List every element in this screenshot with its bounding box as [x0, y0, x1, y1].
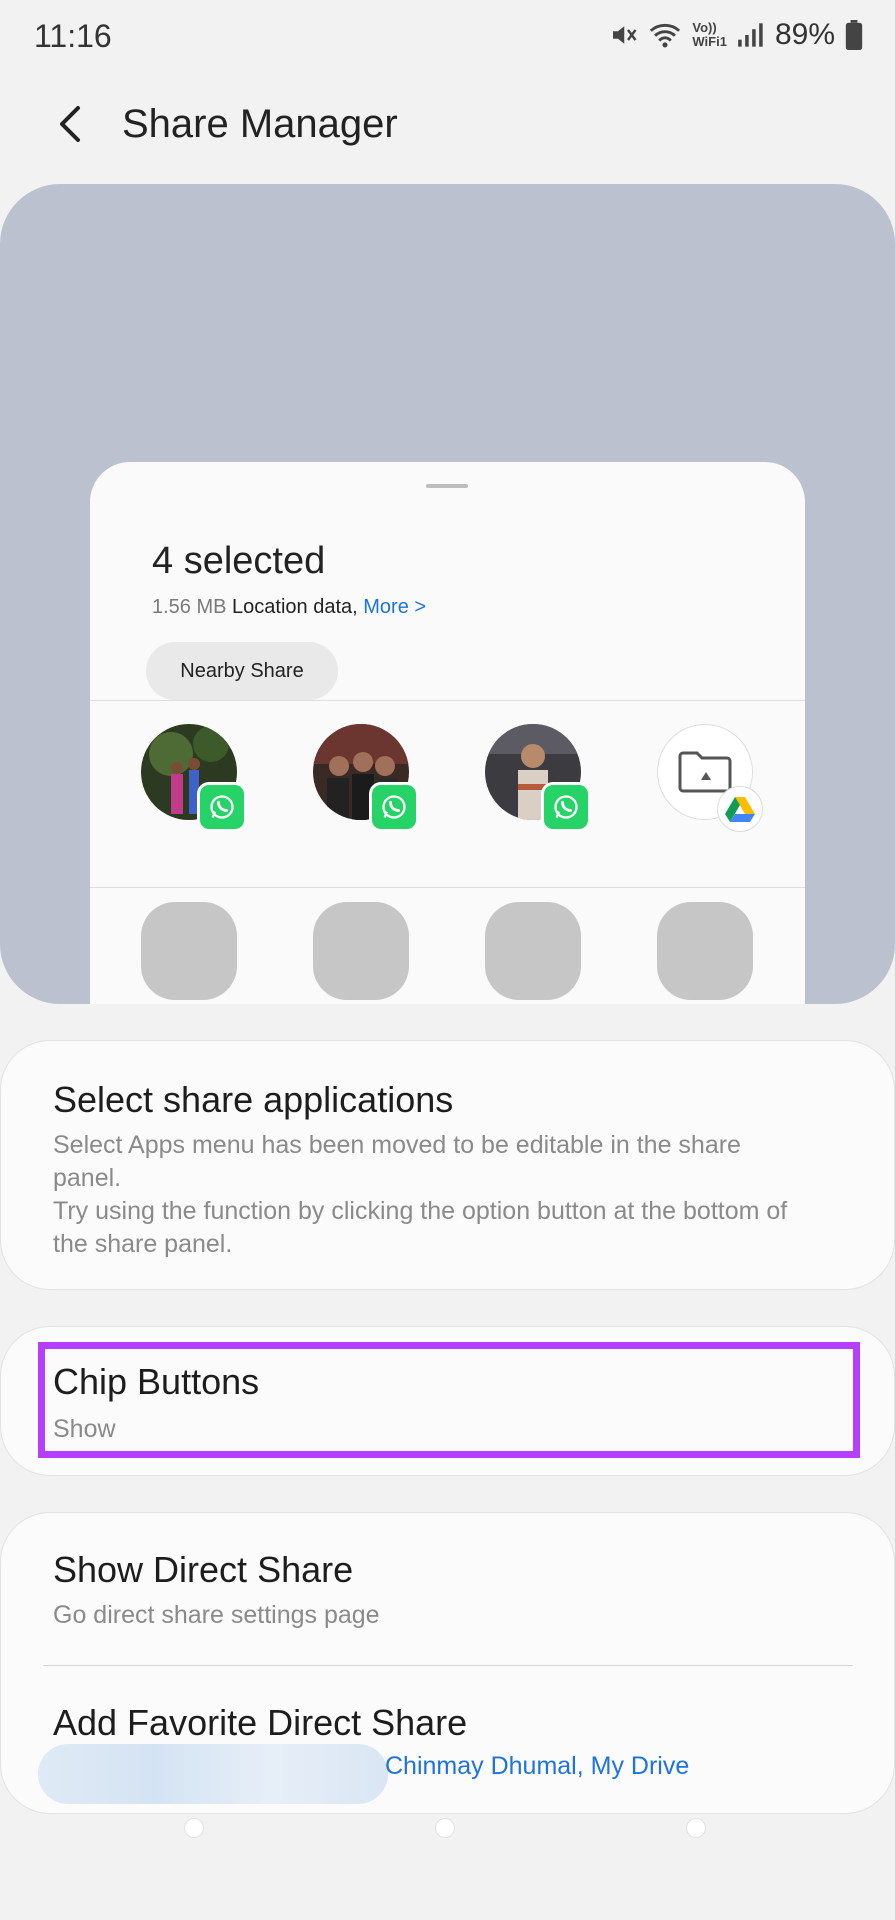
nav-back-button[interactable] [686, 1818, 706, 1838]
app-placeholder [657, 902, 753, 1000]
share-sheet-preview: 4 selected 1.56 MB Location data, More >… [90, 462, 805, 1004]
status-time: 11:16 [34, 18, 112, 54]
location-data-label: Location data, [232, 596, 358, 618]
whatsapp-icon [197, 782, 247, 832]
app-bar: Share Manager [0, 90, 895, 160]
more-link: More > [363, 596, 427, 618]
setting-description: Select Apps menu has been moved to be ed… [53, 1131, 788, 1258]
app-placeholder [485, 902, 581, 1000]
page-title: Share Manager [122, 102, 398, 146]
battery-icon [845, 20, 863, 50]
wifi-calling-line2: WiFi1 [692, 34, 727, 49]
whatsapp-icon [369, 782, 419, 832]
divider [90, 700, 805, 701]
signal-icon [737, 22, 765, 48]
selection-size: 1.56 MB [152, 596, 227, 618]
battery-percent: 89% [774, 18, 835, 51]
app-placeholder [313, 902, 409, 1000]
status-icons: Vo)) WiFi1 89% [608, 18, 863, 52]
sheet-handle [426, 484, 468, 488]
selection-details: 1.56 MB Location data, More > [152, 596, 426, 619]
direct-share-target [313, 724, 419, 832]
nav-recents-button[interactable] [184, 1818, 204, 1838]
app-placeholder [141, 902, 237, 1000]
back-button[interactable] [48, 98, 92, 150]
direct-share-targets [90, 724, 805, 864]
divider [90, 887, 805, 888]
mute-icon [608, 20, 638, 50]
setting-description: Go direct share settings page [53, 1601, 380, 1629]
nearby-share-chip: Nearby Share [146, 642, 338, 700]
nav-home-button[interactable] [435, 1818, 455, 1838]
google-drive-icon [717, 786, 763, 832]
direct-share-target [657, 724, 763, 832]
whatsapp-icon [541, 782, 591, 832]
wifi-calling-icon: Vo)) WiFi1 [692, 21, 727, 49]
selected-count: 4 selected [152, 540, 326, 582]
direct-share-target [485, 724, 591, 832]
chevron-left-icon [60, 106, 80, 142]
app-placeholders [90, 902, 805, 1004]
status-bar: 11:16 Vo)) WiFi1 89% [0, 0, 895, 80]
select-share-applications-setting[interactable]: Select share applications Select Apps me… [0, 1040, 895, 1290]
direct-share-target [141, 724, 247, 832]
favorite-direct-share-value: Chinmay Dhumal, My Drive [385, 1752, 690, 1780]
setting-title: Add Favorite Direct Share [53, 1702, 468, 1743]
setting-title: Select share applications [53, 1079, 454, 1120]
blurred-value [38, 1744, 388, 1804]
highlight-box [38, 1342, 860, 1458]
show-direct-share-setting[interactable]: Show Direct Share Go direct share settin… [1, 1513, 894, 1663]
wifi-icon [648, 20, 682, 50]
setting-title: Show Direct Share [53, 1549, 354, 1590]
share-panel-preview: 4 selected 1.56 MB Location data, More >… [0, 184, 895, 1004]
wifi-calling-line1: Vo)) [692, 20, 717, 35]
